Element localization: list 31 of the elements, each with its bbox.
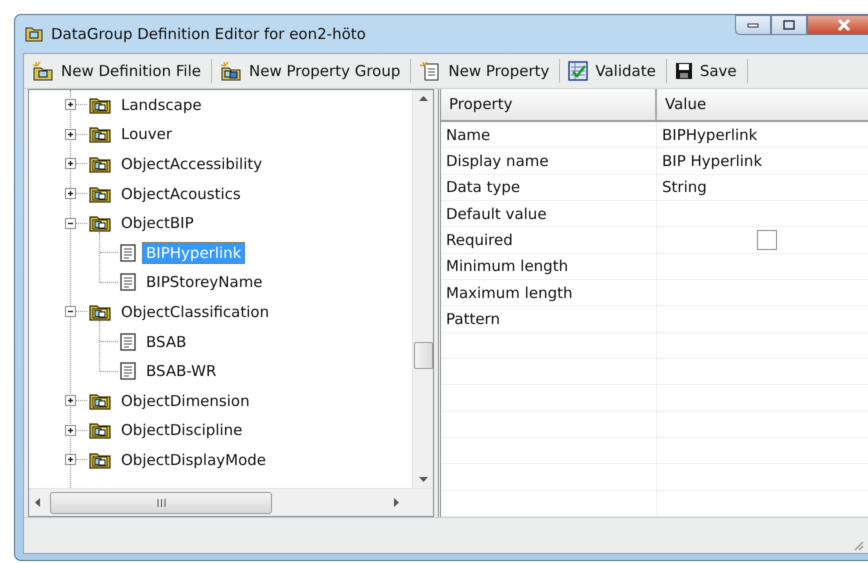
property-cell: Name bbox=[441, 122, 657, 148]
property-cell: Display name bbox=[441, 148, 657, 174]
value-cell[interactable]: String bbox=[657, 174, 868, 200]
tree-item[interactable]: Landscape bbox=[117, 94, 206, 116]
window-title: DataGroup Definition Editor for eon2-höto bbox=[51, 25, 366, 43]
toolbar-button[interactable]: New Property bbox=[415, 58, 558, 84]
toolbar-button[interactable]: New Definition File bbox=[28, 58, 209, 84]
property-cell: Maximum length bbox=[441, 280, 657, 306]
tree-item[interactable]: ObjectDiscipline bbox=[117, 419, 246, 442]
tree-item[interactable]: ObjectDimension bbox=[117, 390, 254, 412]
property-cell: Pattern bbox=[441, 306, 657, 332]
property-cell: Default value bbox=[441, 200, 657, 226]
tree-item[interactable]: Louver bbox=[117, 123, 176, 146]
property-cell: Required bbox=[441, 227, 657, 253]
tree-item[interactable]: ObjectAcoustics bbox=[117, 182, 245, 205]
tree-item[interactable]: BSAB bbox=[142, 330, 190, 353]
column-header[interactable]: Property bbox=[441, 89, 657, 120]
tree-item[interactable]: BIPStoreyName bbox=[142, 271, 267, 294]
tree-item[interactable]: BSAB-WR bbox=[142, 360, 220, 382]
value-cell[interactable]: BIPHyperlink bbox=[657, 122, 868, 148]
property-cell: Minimum length bbox=[441, 254, 657, 279]
value-cell[interactable]: BIP Hyperlink bbox=[657, 148, 868, 174]
tree-item[interactable]: ObjectDisplayMode bbox=[117, 448, 270, 471]
tree-item[interactable]: ObjectBIP bbox=[117, 212, 198, 234]
tree-item[interactable]: ObjectClassification bbox=[117, 300, 274, 323]
property-cell: Data type bbox=[441, 174, 657, 200]
tree-item[interactable]: ObjectAccessibility bbox=[117, 152, 266, 175]
column-header[interactable]: Value bbox=[657, 89, 868, 120]
toolbar-button[interactable]: New Property Group bbox=[216, 58, 408, 84]
toolbar-button[interactable]: Validate bbox=[564, 58, 664, 84]
toolbar-button[interactable]: Save bbox=[670, 59, 745, 83]
